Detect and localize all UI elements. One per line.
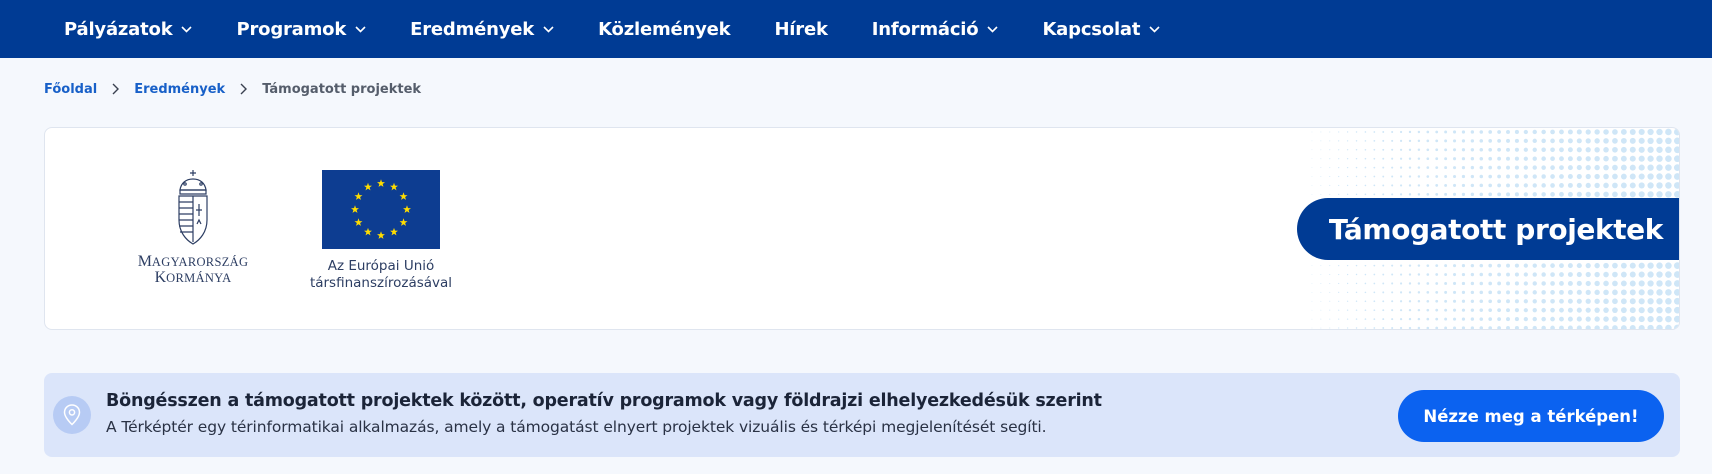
nav-item-kozlemenyek[interactable]: Közlemények — [598, 18, 731, 40]
chevron-right-icon — [240, 83, 248, 95]
breadcrumb-home-link[interactable]: Főoldal — [44, 82, 97, 97]
nav-item-informacio[interactable]: Információ — [872, 19, 999, 40]
eu-flag-icon — [322, 170, 440, 249]
government-logo: MAGYARORSZÁG KORMÁNYA — [123, 168, 263, 286]
eu-logo-line2: társfinanszírozásával — [309, 275, 453, 291]
page-title: Támogatott projektek — [1296, 198, 1679, 260]
map-pin-icon — [53, 396, 91, 434]
breadcrumb-current: Támogatott projektek — [262, 81, 422, 97]
map-banner-title: Böngésszen a támogatott projektek között… — [106, 391, 1102, 411]
chevron-down-icon — [1149, 25, 1160, 33]
nav-item-programok[interactable]: Programok — [236, 19, 366, 40]
coat-of-arms-icon — [178, 170, 208, 245]
nav-item-label: Eredmények — [410, 18, 535, 40]
breadcrumb: Főoldal Eredmények Támogatott projektek — [44, 80, 421, 98]
eu-logo-line1: Az Európai Unió — [327, 258, 435, 274]
chevron-right-icon — [112, 83, 120, 95]
government-logo-line2: KORMÁNYA — [154, 269, 232, 286]
nav-item-label: Közlemények — [598, 18, 731, 40]
map-banner: Böngésszen a támogatott projektek között… — [44, 373, 1680, 457]
chevron-down-icon — [181, 25, 193, 33]
nav-item-label: Információ — [871, 18, 979, 40]
nav-item-eredmenyek[interactable]: Eredmények — [410, 19, 554, 40]
view-map-button[interactable]: Nézze meg a térképen! — [1398, 390, 1664, 442]
nav-item-kapcsolat[interactable]: Kapcsolat — [1042, 19, 1160, 40]
hero-card: MAGYARORSZÁG KORMÁNYA Az Európai Unió tá… — [44, 127, 1680, 330]
chevron-down-icon — [543, 25, 554, 33]
breadcrumb-parent-link[interactable]: Eredmények — [134, 82, 225, 97]
nav-item-hirek[interactable]: Hírek — [774, 19, 827, 40]
chevron-down-icon — [987, 25, 999, 33]
nav-item-label: Programok — [236, 18, 347, 40]
nav-item-label: Hírek — [774, 18, 828, 40]
nav-item-label: Kapcsolat — [1042, 18, 1141, 40]
chevron-down-icon — [355, 25, 366, 33]
government-logo-line1: MAGYARORSZÁG — [137, 253, 249, 270]
nav-item-label: Pályázatok — [64, 18, 173, 40]
government-logo-text: MAGYARORSZÁG KORMÁNYA — [123, 254, 263, 286]
main-navigation: Pályázatok Programok Eredmények Közlemén… — [0, 0, 1712, 58]
eu-logo: Az Európai Unió társfinanszírozásával — [291, 170, 471, 292]
eu-logo-text: Az Európai Unió társfinanszírozásával — [291, 258, 471, 292]
nav-item-palyazatok[interactable]: Pályázatok — [64, 18, 193, 40]
map-banner-description: A Térképtér egy térinformatikai alkalmaz… — [106, 418, 1047, 436]
